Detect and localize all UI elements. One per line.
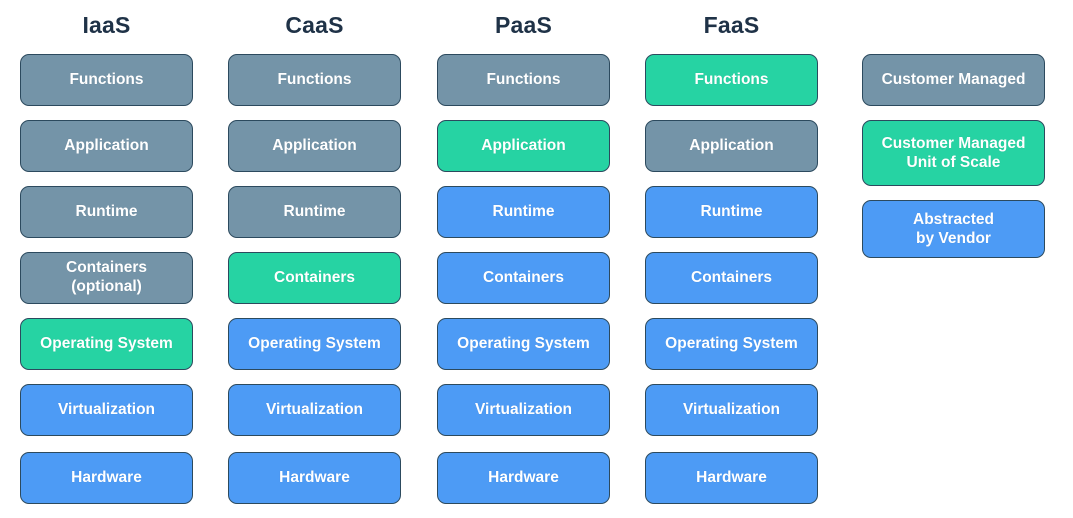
layer-box-iaas-containers[interactable]: Containers (optional) xyxy=(20,252,193,304)
layer-box-faas-virtualization[interactable]: Virtualization xyxy=(645,384,818,436)
layer-box-faas-functions[interactable]: Functions xyxy=(645,54,818,106)
layer-box-faas-operating-system[interactable]: Operating System xyxy=(645,318,818,370)
layer-box-iaas-virtualization[interactable]: Virtualization xyxy=(20,384,193,436)
layer-box-paas-operating-system[interactable]: Operating System xyxy=(437,318,610,370)
layer-box-paas-functions[interactable]: Functions xyxy=(437,54,610,106)
column-header-caas: CaaS xyxy=(285,12,344,38)
layer-box-caas-containers[interactable]: Containers xyxy=(228,252,401,304)
layer-box-faas-application[interactable]: Application xyxy=(645,120,818,172)
legend-item-gray: Customer Managed xyxy=(862,54,1045,106)
layer-box-iaas-application[interactable]: Application xyxy=(20,120,193,172)
layer-box-caas-application[interactable]: Application xyxy=(228,120,401,172)
legend-item-green: Customer Managed Unit of Scale xyxy=(862,120,1045,186)
layer-box-faas-containers[interactable]: Containers xyxy=(645,252,818,304)
column-header-faas: FaaS xyxy=(703,12,760,38)
layer-box-paas-virtualization[interactable]: Virtualization xyxy=(437,384,610,436)
layer-box-caas-operating-system[interactable]: Operating System xyxy=(228,318,401,370)
layer-box-paas-application[interactable]: Application xyxy=(437,120,610,172)
layer-box-iaas-runtime[interactable]: Runtime xyxy=(20,186,193,238)
layer-box-paas-hardware[interactable]: Hardware xyxy=(437,452,610,504)
layer-box-paas-runtime[interactable]: Runtime xyxy=(437,186,610,238)
layer-box-caas-hardware[interactable]: Hardware xyxy=(228,452,401,504)
layer-box-caas-virtualization[interactable]: Virtualization xyxy=(228,384,401,436)
layer-box-iaas-functions[interactable]: Functions xyxy=(20,54,193,106)
cloud-service-model-diagram: IaaS CaaS PaaS FaaS Functions Application Run… xyxy=(0,0,1073,518)
layer-box-iaas-hardware[interactable]: Hardware xyxy=(20,452,193,504)
column-header-paas: PaaS xyxy=(494,12,553,38)
layer-box-faas-hardware[interactable]: Hardware xyxy=(645,452,818,504)
layer-box-caas-functions[interactable]: Functions xyxy=(228,54,401,106)
layer-box-faas-runtime[interactable]: Runtime xyxy=(645,186,818,238)
layer-box-iaas-operating-system[interactable]: Operating System xyxy=(20,318,193,370)
legend-item-blue: Abstracted by Vendor xyxy=(862,200,1045,258)
layer-box-paas-containers[interactable]: Containers xyxy=(437,252,610,304)
column-header-iaas: IaaS xyxy=(82,12,131,38)
layer-box-caas-runtime[interactable]: Runtime xyxy=(228,186,401,238)
